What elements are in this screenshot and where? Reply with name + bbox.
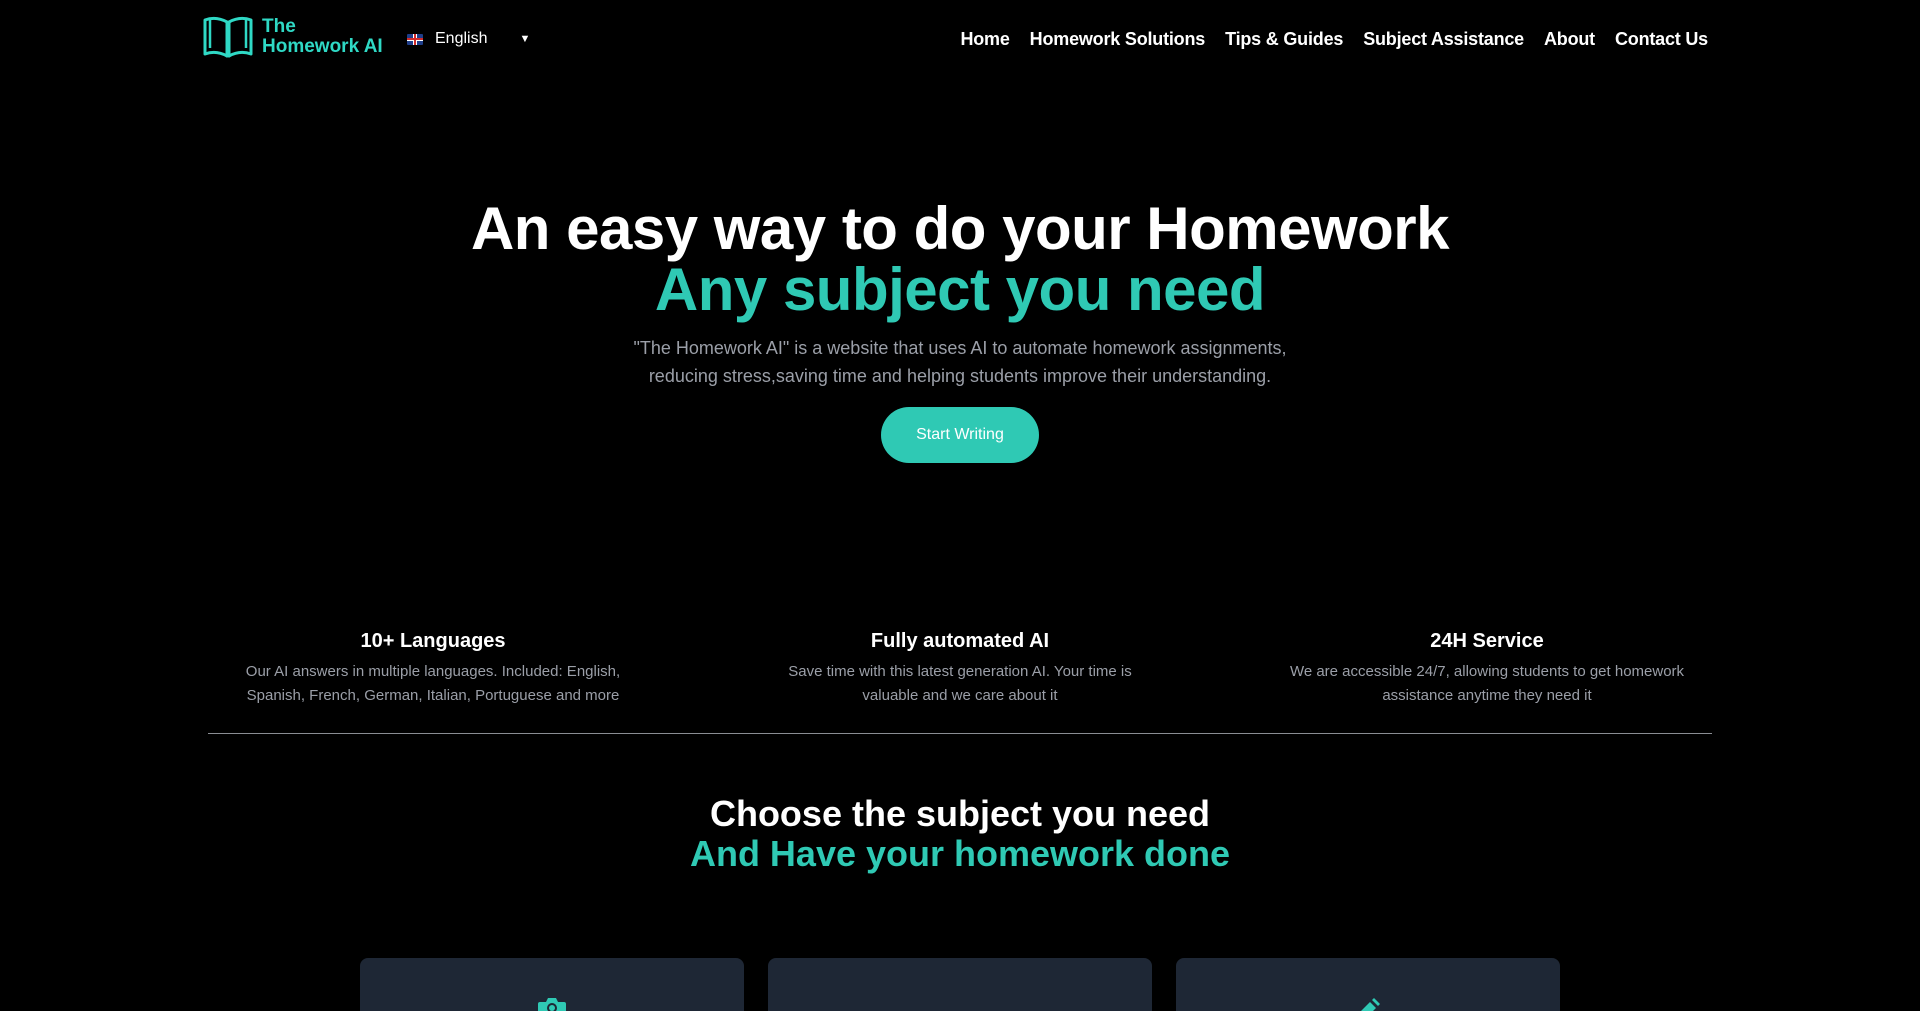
nav-contact-us[interactable]: Contact Us (1615, 29, 1708, 50)
feature-description-line-2: valuable and we care about it (862, 687, 1058, 704)
logo-line-2: Homework AI (262, 36, 383, 57)
choose-subject-section: Choose the subject you need And Have you… (0, 794, 1920, 874)
nav-tips-guides[interactable]: Tips & Guides (1225, 29, 1343, 50)
nav-home[interactable]: Home (960, 29, 1009, 50)
feature-title: 10+ Languages (360, 630, 506, 652)
feature-description: Save time with this latest generation AI… (735, 660, 1185, 708)
choose-subject-title: Choose the subject you need (709, 793, 1211, 834)
feature-title: 24H Service (1430, 630, 1544, 652)
caret-down-icon: ▼ (519, 33, 531, 45)
feature-description-line-2: Spanish, French, German, Italian, Portug… (246, 687, 620, 704)
page: The Homework AI English ▼ Home Homework … (0, 0, 1920, 1011)
start-writing-button[interactable]: Start Writing (881, 407, 1039, 463)
subject-cards (360, 958, 1560, 1011)
feature-description-line-1: We are accessible 24/7, allowing student… (1289, 663, 1685, 680)
hero-description-line-2: reducing stress,saving time and helping … (648, 366, 1272, 386)
logo-text: The Homework AI (262, 17, 383, 57)
subject-card[interactable] (768, 958, 1152, 1011)
hero-subtitle: Any subject you need (654, 256, 1266, 323)
subject-card[interactable] (1176, 958, 1560, 1011)
site-header: The Homework AI English ▼ Home Homework … (0, 0, 1920, 78)
nav-about[interactable]: About (1544, 29, 1595, 50)
feature-description-line-2: assistance anytime they need it (1382, 687, 1592, 704)
language-selector[interactable]: English ▼ (407, 27, 530, 51)
feature-description: Our AI answers in multiple languages. In… (208, 660, 658, 708)
hero-description-line-1: "The Homework AI" is a website that uses… (633, 338, 1287, 358)
feature-description-line-1: Save time with this latest generation AI… (788, 663, 1132, 680)
feature-description-line-1: Our AI answers in multiple languages. In… (245, 663, 621, 680)
uk-flag-icon (407, 33, 423, 45)
open-book-icon (203, 16, 253, 58)
feature-description: We are accessible 24/7, allowing student… (1262, 660, 1712, 708)
pencil-icon (1361, 998, 1380, 1011)
main-nav: Home Homework Solutions Tips & Guides Su… (960, 24, 1708, 54)
choose-subject-subtitle: And Have your homework done (689, 833, 1231, 874)
logo-line-1: The (262, 16, 296, 37)
site-logo[interactable]: The Homework AI (202, 14, 383, 60)
hero-description: "The Homework AI" is a website that uses… (600, 334, 1320, 390)
features-row: 10+ Languages Our AI answers in multiple… (208, 626, 1712, 734)
language-selected: English (435, 30, 488, 47)
nav-homework-solutions[interactable]: Homework Solutions (1030, 29, 1206, 50)
subject-card[interactable] (360, 958, 744, 1011)
camera-icon (538, 998, 566, 1011)
feature-automated-ai: Fully automated AI Save time with this l… (735, 626, 1185, 733)
feature-title: Fully automated AI (870, 630, 1050, 652)
nav-subject-assistance[interactable]: Subject Assistance (1363, 29, 1524, 50)
hero-title: An easy way to do your Homework (470, 195, 1450, 262)
hero-section: An easy way to do your Homework Any subj… (0, 198, 1920, 463)
feature-24h-service: 24H Service We are accessible 24/7, allo… (1262, 626, 1712, 733)
feature-languages: 10+ Languages Our AI answers in multiple… (208, 626, 658, 733)
